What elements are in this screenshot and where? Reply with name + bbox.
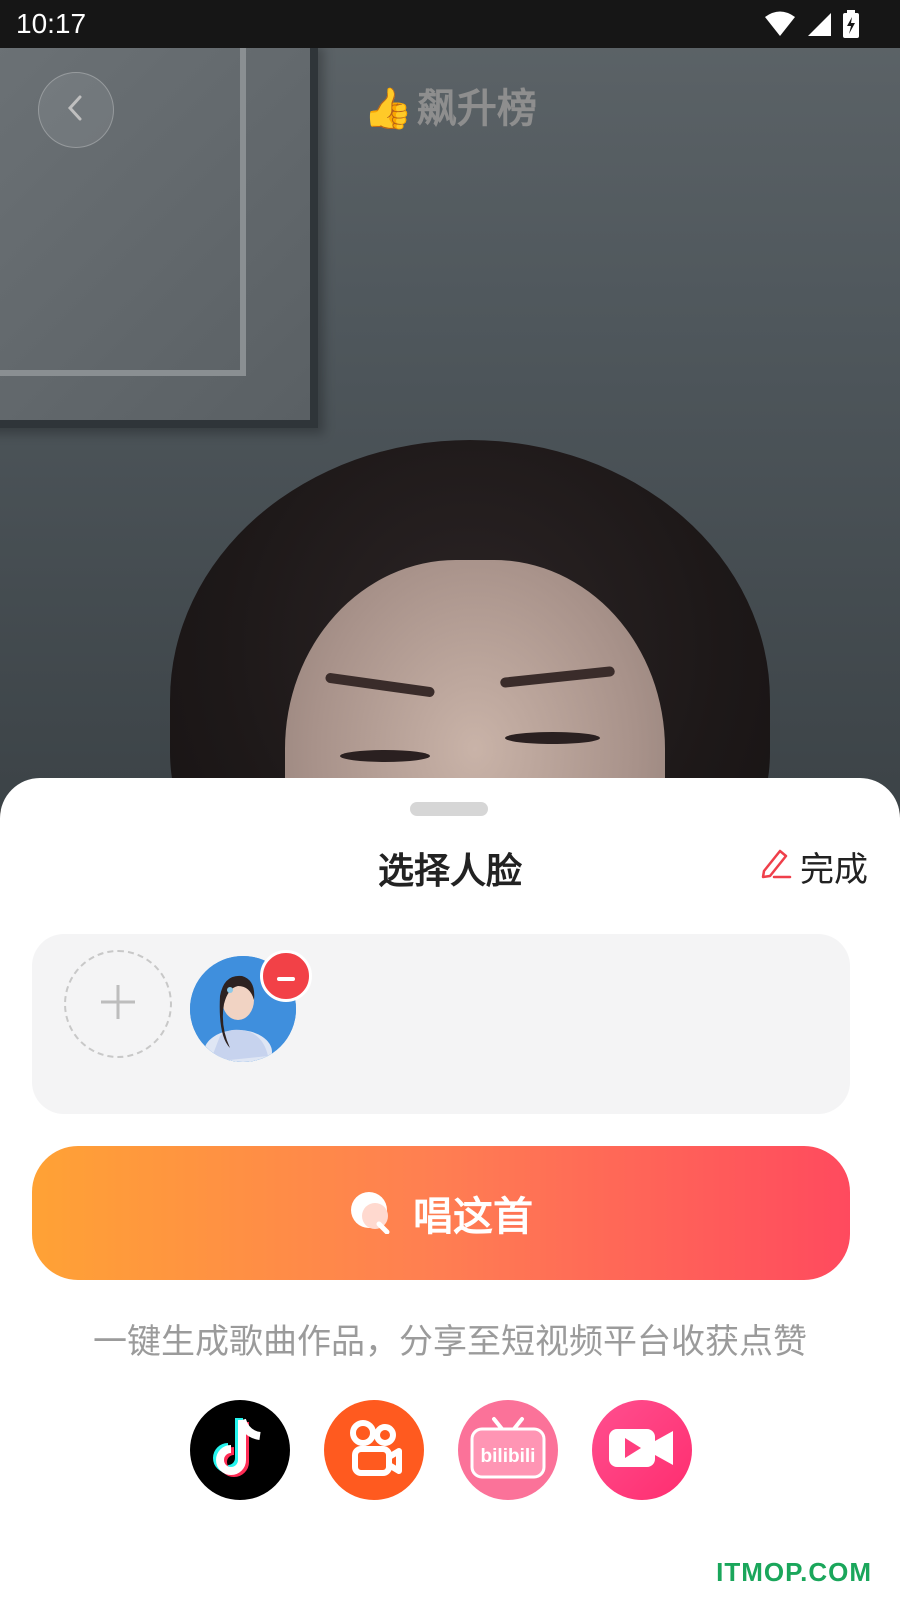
sing-label: 唱这首 — [413, 1194, 533, 1240]
remove-face-button[interactable] — [260, 950, 312, 1002]
face-list-panel — [32, 934, 850, 1114]
page-title: 👍 飙升榜 — [0, 76, 900, 134]
signal-icon — [806, 11, 832, 41]
battery-icon — [842, 10, 860, 42]
minus-icon — [276, 967, 296, 986]
sing-this-button[interactable]: 唱这首 — [32, 1146, 850, 1280]
sheet-drag-handle[interactable] — [410, 802, 488, 816]
thumbs-up-icon: 👍 — [363, 86, 413, 132]
watermark-text: ITMOP.COM — [716, 1557, 872, 1587]
microphone-icon — [349, 1188, 395, 1238]
page-title-text: 飙升榜 — [416, 86, 537, 132]
kuaishou-icon — [341, 1415, 407, 1485]
share-platforms: bilibili — [190, 1400, 692, 1500]
video-icon — [607, 1423, 677, 1477]
douyin-icon — [210, 1416, 270, 1484]
kuaishou-share-button[interactable] — [324, 1400, 424, 1500]
status-bar: 10:17 — [0, 0, 900, 48]
status-time: 10:17 — [16, 8, 87, 39]
video-share-button[interactable] — [592, 1400, 692, 1500]
wifi-icon — [764, 11, 796, 41]
svg-text:bilibili: bilibili — [481, 1446, 536, 1467]
share-hint: 一键生成歌曲作品，分享至短视频平台收获点赞 — [93, 1322, 807, 1362]
done-button[interactable]: 完成 — [758, 842, 868, 891]
douyin-share-button[interactable] — [190, 1400, 290, 1500]
bilibili-icon: bilibili — [466, 1413, 550, 1487]
bilibili-share-button[interactable]: bilibili — [458, 1400, 558, 1500]
plus-icon — [98, 982, 138, 1026]
done-label: 完成 — [800, 850, 868, 890]
add-face-button[interactable] — [64, 950, 172, 1058]
pencil-icon — [758, 845, 792, 888]
face-select-sheet: 选择人脸 完成 唱这首 一键生成歌曲作品，分享至短视频平台收获点赞 bilibi… — [0, 778, 900, 1600]
